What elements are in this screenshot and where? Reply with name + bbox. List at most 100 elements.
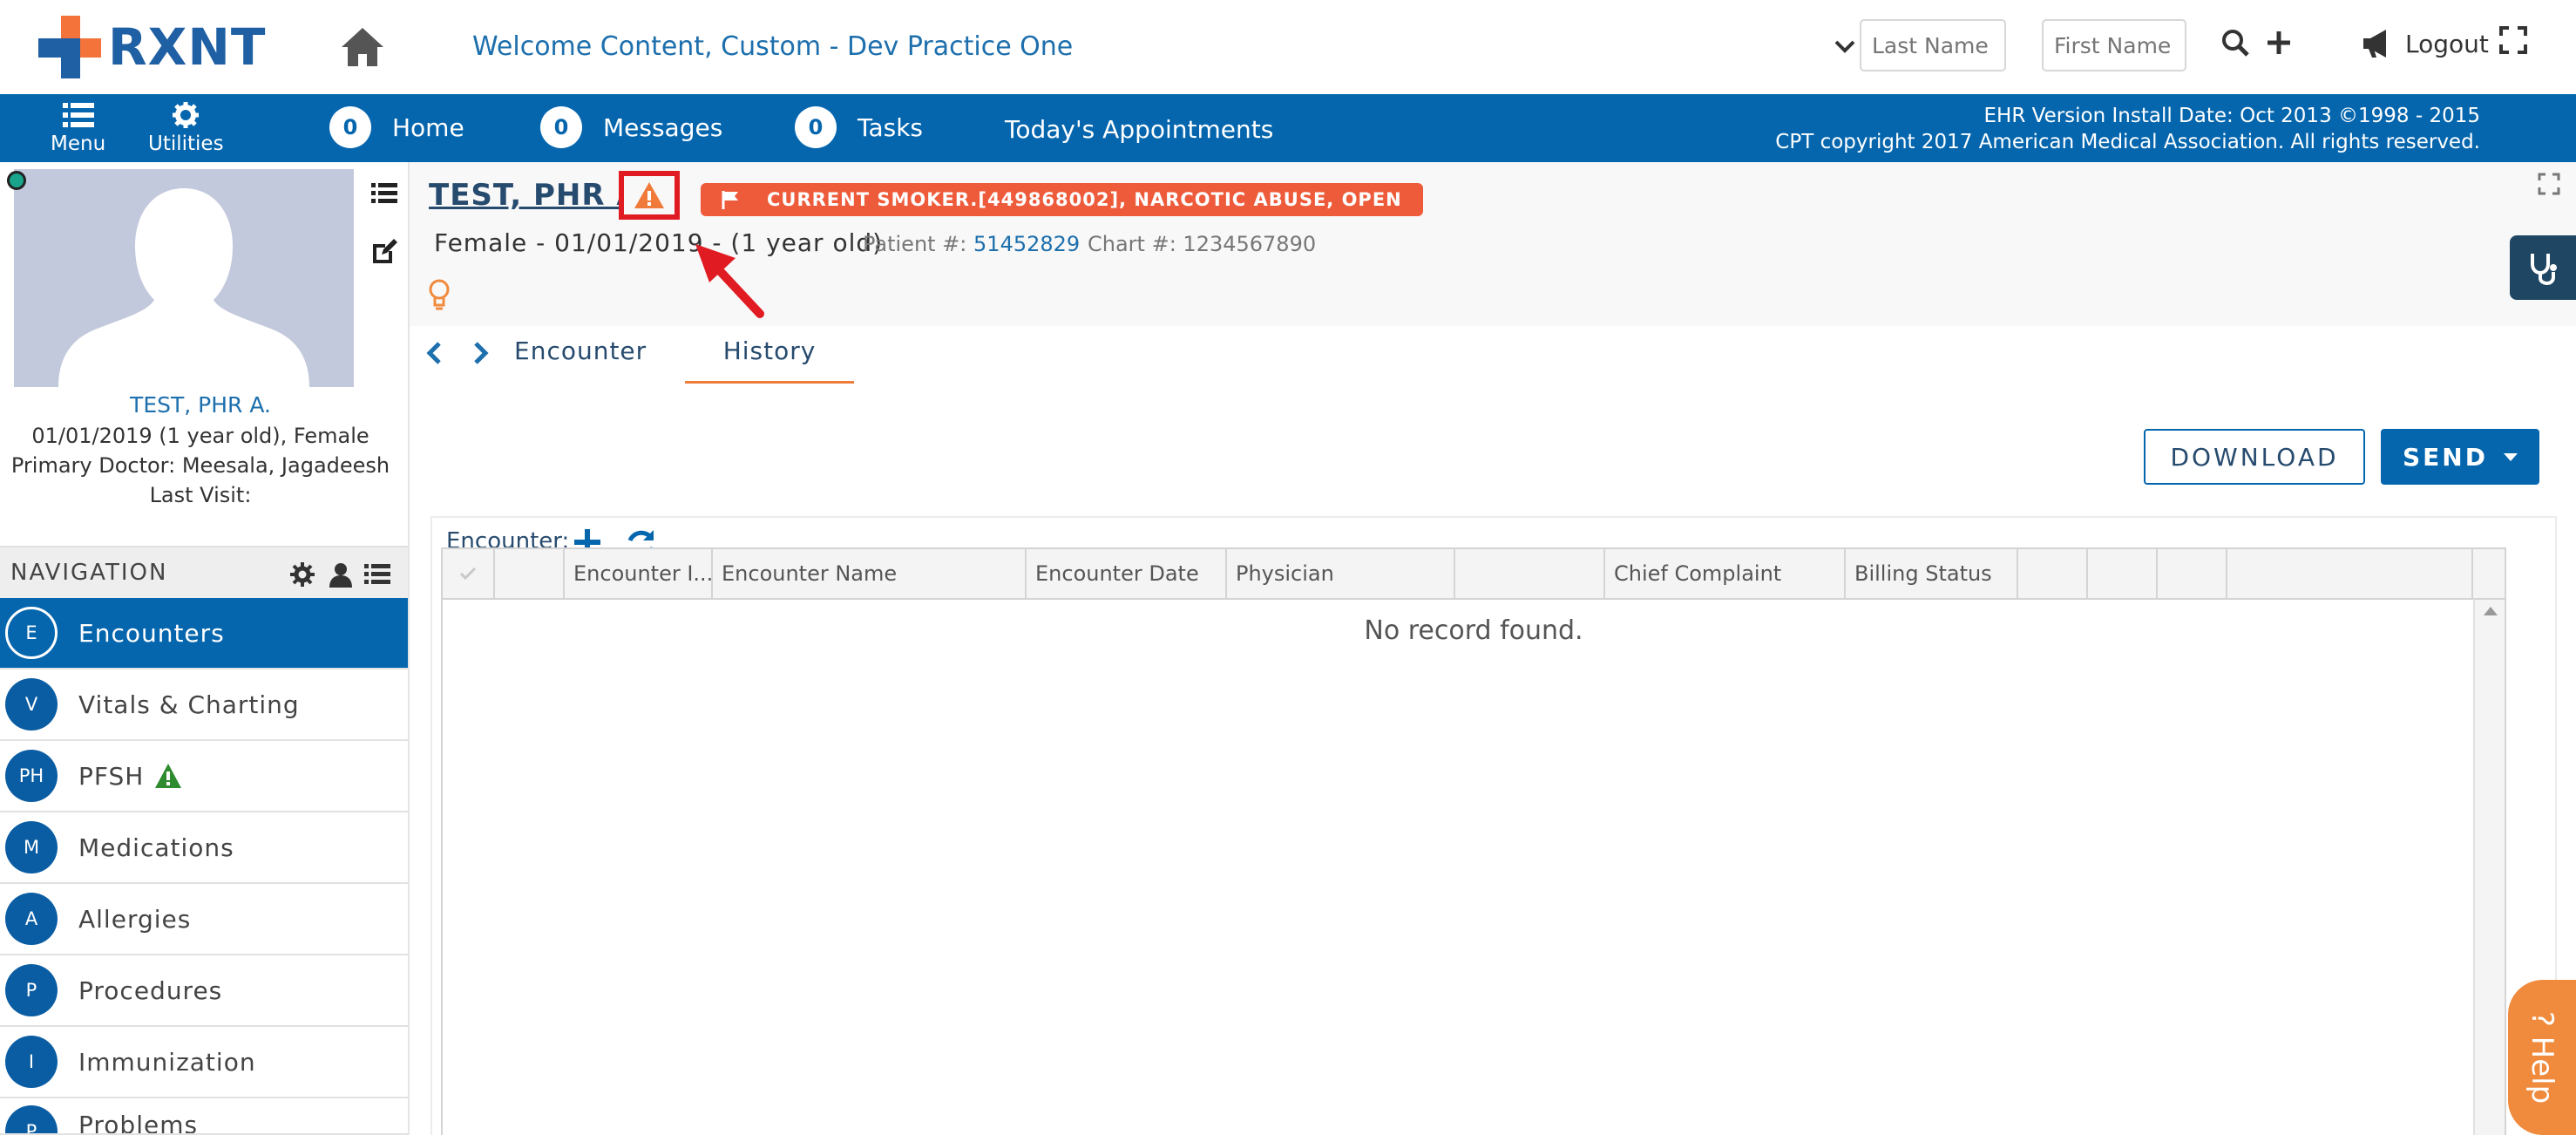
add-patient-icon[interactable] [2264, 28, 2294, 58]
expand-icon[interactable] [2538, 173, 2560, 195]
sidebar-item-pfsh[interactable]: PH PFSH [0, 741, 408, 812]
nav-list-icon[interactable] [364, 561, 390, 588]
avatar [14, 169, 354, 387]
column-header-encounter-name[interactable]: Encounter Name [713, 549, 1027, 598]
messages-count-badge: 0 [540, 106, 582, 148]
flag-text: CURRENT SMOKER.[449868002], NARCOTIC ABU… [767, 189, 1402, 210]
nav-tasks-link[interactable]: 0 Tasks [795, 106, 923, 148]
sidebar-item-label: Procedures [78, 975, 223, 1005]
stethoscope-icon [2531, 254, 2557, 285]
nav-badge-p: P [5, 964, 58, 1016]
scroll-up-icon[interactable] [2484, 607, 2498, 615]
column-header-encounter-date[interactable]: Encounter Date [1027, 549, 1227, 598]
column-header-blank[interactable] [2018, 549, 2088, 598]
nav-badge-v: V [5, 678, 58, 731]
list-icon[interactable] [371, 181, 397, 206]
nav-badge-e: E [5, 607, 58, 659]
download-button[interactable]: DOWNLOAD [2144, 429, 2365, 485]
checkmark-icon [459, 567, 477, 581]
patient-flag-badge[interactable]: CURRENT SMOKER.[449868002], NARCOTIC ABU… [701, 183, 1423, 216]
column-header-encounter-id[interactable]: Encounter I... [565, 549, 713, 598]
sidebar-item-label: Vitals & Charting [78, 690, 300, 719]
sidebar-patient-name[interactable]: TEST, PHR A. [0, 392, 401, 418]
nav-badge-ph: PH [5, 750, 58, 802]
sidebar-item-encounters[interactable]: E Encounters [0, 598, 408, 669]
encounter-grid-panel: Encounter: Encounter I... Encounter Name… [430, 516, 2557, 1135]
patient-alert-highlight[interactable] [619, 171, 680, 220]
sidebar-last-visit: Last Visit: [149, 483, 252, 507]
sidebar-dob: 01/01/2019 (1 year old), Female [31, 424, 369, 448]
sidebar-item-immunization[interactable]: I Immunization [0, 1027, 408, 1098]
top-header: RXNT Welcome Content, Custom - Dev Pract… [0, 0, 2576, 94]
tab-encounter[interactable]: Encounter [514, 336, 647, 365]
megaphone-icon [2363, 30, 2386, 58]
column-header-blank[interactable] [2158, 549, 2227, 598]
sidebar-item-allergies[interactable]: A Allergies [0, 884, 408, 955]
content-tabs: Encounter History [410, 326, 2576, 384]
menu-label: Menu [51, 133, 106, 155]
copyright-line-2: CPT copyright 2017 American Medical Asso… [1775, 131, 2480, 153]
sidebar-item-problems[interactable]: P Problems [0, 1098, 408, 1135]
utilities-label: Utilities [148, 133, 224, 155]
lightbulb-icon[interactable] [427, 279, 451, 314]
chevron-right-icon[interactable] [471, 340, 491, 366]
patient-number-value: 51452829 [973, 232, 1081, 256]
navigation-header: NAVIGATION [0, 546, 408, 598]
patient-header: TEST, PHR A CURRENT SMOKER.[449868002], … [410, 162, 2576, 326]
chevron-down-icon[interactable] [1834, 35, 1856, 58]
nav-appointments-link[interactable]: Today's Appointments [1005, 115, 1273, 144]
logo-wordmark: RXNT [108, 17, 267, 77]
vertical-scrollbar[interactable] [2473, 600, 2505, 1135]
fullscreen-icon[interactable] [2499, 26, 2527, 54]
column-header-physician[interactable]: Physician [1227, 549, 1455, 598]
flag-icon [722, 191, 738, 209]
copyright-info: EHR Version Install Date: Oct 2013 ©1998… [1775, 103, 2480, 155]
edit-icon[interactable] [369, 237, 397, 265]
rxnt-logo[interactable]: RXNT [38, 14, 282, 78]
column-header-chief-complaint[interactable]: Chief Complaint [1605, 549, 1846, 598]
help-label: ? Help [2525, 1010, 2559, 1104]
tab-history[interactable]: History [685, 336, 854, 384]
logout-button[interactable]: Logout [2362, 24, 2489, 63]
column-header-blank[interactable] [495, 549, 565, 598]
chart-number-value: 1234567890 [1183, 232, 1317, 256]
column-header-blank[interactable] [2227, 549, 2473, 598]
send-button[interactable]: SEND [2381, 429, 2539, 485]
select-all-column[interactable] [443, 549, 495, 598]
encounter-table: Encounter I... Encounter Name Encounter … [441, 547, 2506, 1135]
first-name-input[interactable] [2042, 19, 2186, 71]
menu-button[interactable]: Menu [51, 101, 105, 155]
clinical-side-tab[interactable] [2510, 235, 2576, 300]
sidebar-item-vitals[interactable]: V Vitals & Charting [0, 669, 408, 741]
sidebar-item-label: Allergies [78, 904, 192, 934]
nav-badge-m: M [5, 821, 58, 873]
alert-warning-icon [634, 182, 664, 208]
patient-sidebar: TEST, PHR A. 01/01/2019 (1 year old), Fe… [0, 162, 410, 1135]
empty-state-message: No record found. [1364, 615, 1583, 646]
nav-messages-link[interactable]: 0 Messages [540, 106, 722, 148]
nav-user-icon[interactable] [328, 561, 354, 588]
home-count-badge: 0 [329, 106, 371, 148]
nav-home-link[interactable]: 0 Home [329, 106, 464, 148]
patient-name-link[interactable]: TEST, PHR A [429, 178, 641, 213]
search-icon[interactable] [2220, 28, 2250, 58]
column-header-billing-status[interactable]: Billing Status [1846, 549, 2018, 598]
column-header-blank[interactable] [1455, 549, 1605, 598]
patient-number: Patient #: 51452829 [863, 232, 1080, 256]
nav-settings-gear-icon[interactable] [289, 561, 315, 588]
column-header-blank[interactable] [2088, 549, 2158, 598]
home-icon[interactable] [340, 24, 385, 70]
sidebar-item-label: Immunization [78, 1047, 256, 1077]
help-button[interactable]: ? Help [2508, 980, 2576, 1135]
sidebar-item-medications[interactable]: M Medications [0, 812, 408, 884]
nav-badge-i: I [5, 1036, 58, 1088]
tasks-count-badge: 0 [795, 106, 837, 148]
sidebar-item-procedures[interactable]: P Procedures [0, 955, 408, 1027]
last-name-input[interactable] [1860, 19, 2006, 71]
chart-number: Chart #: 1234567890 [1088, 232, 1316, 256]
utilities-button[interactable]: Utilities [148, 101, 224, 155]
chevron-left-icon[interactable] [424, 340, 444, 366]
copyright-line-1: EHR Version Install Date: Oct 2013 ©1998… [1983, 105, 2481, 127]
online-status-dot [7, 171, 26, 190]
menu-list-icon [62, 103, 94, 127]
